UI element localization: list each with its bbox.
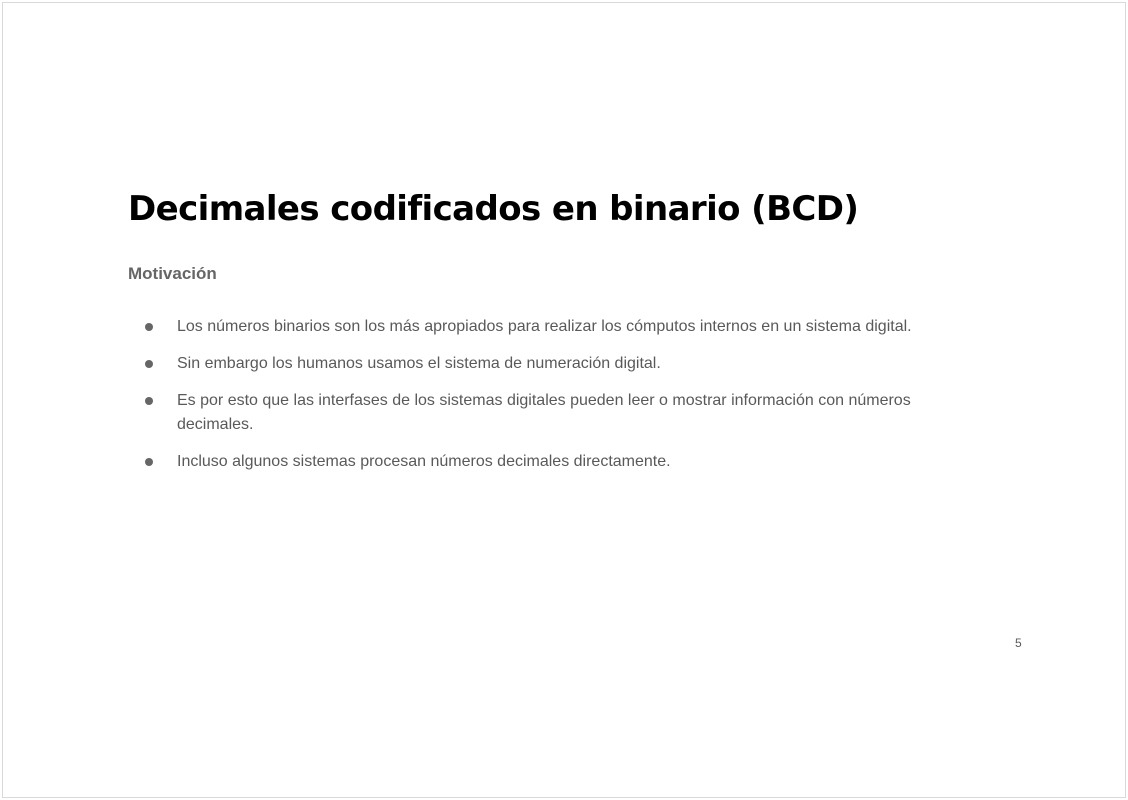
- bullet-list: Los números binarios son los más apropia…: [143, 315, 973, 487]
- bullet-text: Sin embargo los humanos usamos el sistem…: [177, 355, 661, 372]
- list-item: Los números binarios son los más apropia…: [143, 315, 973, 339]
- slide: Decimales codificados en binario (BCD) M…: [2, 2, 1126, 798]
- slide-title: Decimales codificados en binario (BCD): [128, 189, 859, 229]
- list-item: Incluso algunos sistemas procesan número…: [143, 450, 973, 474]
- bullet-text: Incluso algunos sistemas procesan número…: [177, 453, 671, 470]
- list-item: Sin embargo los humanos usamos el sistem…: [143, 352, 973, 376]
- list-item: Es por esto que las interfases de los si…: [143, 389, 973, 437]
- bullet-icon: [145, 360, 153, 368]
- bullet-icon: [145, 323, 153, 331]
- bullet-text: Es por esto que las interfases de los si…: [177, 392, 911, 433]
- bullet-icon: [145, 458, 153, 466]
- page-number: 5: [1015, 636, 1022, 650]
- bullet-text: Los números binarios son los más apropia…: [177, 318, 912, 335]
- slide-subtitle: Motivación: [128, 264, 217, 283]
- bullet-icon: [145, 397, 153, 405]
